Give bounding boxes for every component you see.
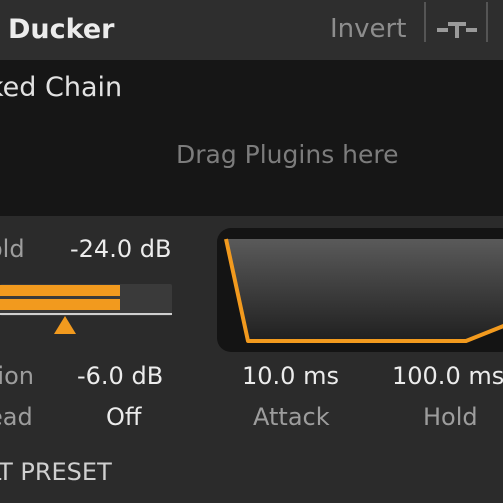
drag-plugins-placeholder: Drag Plugins here	[176, 140, 399, 169]
meter-baseline	[0, 313, 172, 315]
hold-label: Hold	[423, 403, 478, 431]
meter-bar-left	[0, 285, 120, 296]
attack-value[interactable]: 10.0 ms	[242, 362, 339, 390]
preset-selector[interactable]: LT PRESET	[0, 458, 112, 486]
attack-label: Attack	[253, 403, 330, 431]
header-divider	[486, 2, 488, 42]
routing-icon[interactable]	[437, 16, 477, 44]
reduction-label: tion	[0, 362, 34, 390]
meter-bar-right	[0, 299, 120, 310]
header-divider	[424, 2, 426, 42]
threshold-value[interactable]: -24.0 dB	[70, 235, 171, 263]
plugin-title: Ducker	[8, 14, 115, 45]
hold-value[interactable]: 100.0 ms	[392, 362, 503, 390]
lookahead-value[interactable]: Off	[106, 403, 141, 431]
envelope-display[interactable]	[216, 227, 503, 353]
reduction-value[interactable]: -6.0 dB	[77, 362, 163, 390]
sidechain-panel[interactable]: ked Chain Drag Plugins here	[0, 60, 503, 216]
lookahead-label: ead	[0, 403, 33, 431]
plugin-header: Ducker Invert	[0, 0, 503, 60]
sidechain-title: ked Chain	[0, 72, 123, 103]
threshold-marker-handle[interactable]	[54, 316, 76, 334]
threshold-label: old	[0, 235, 25, 263]
envelope-fill	[226, 239, 503, 341]
invert-button[interactable]: Invert	[330, 14, 406, 44]
